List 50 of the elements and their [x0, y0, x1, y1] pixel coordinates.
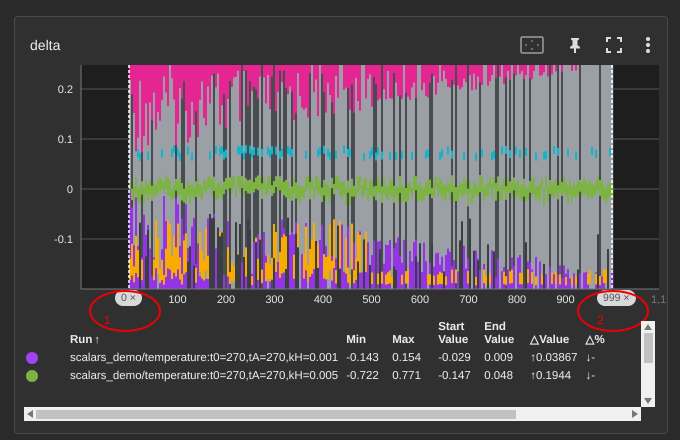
table-cell-text: scalars_demo/temperature:t0=270,tA=270,kH=0.001 [70, 351, 340, 366]
column-header[interactable]: Start Value [438, 321, 484, 350]
scroll-down-icon[interactable] [644, 398, 652, 404]
y-axis-label: 0.1 [58, 134, 73, 146]
x-axis-label: 400 [314, 294, 332, 306]
annotation-number: 1 [104, 313, 111, 327]
scroll-up-icon[interactable] [644, 324, 652, 330]
table-cell-text: 0.009 [484, 351, 514, 366]
column-header[interactable]: △Value [530, 321, 586, 350]
y-axis-label: 0.2 [58, 84, 73, 96]
x-axis-label: 300 [265, 294, 284, 306]
y-axis-label: 0 [66, 184, 73, 196]
vertical-scrollbar[interactable] [641, 321, 655, 407]
table-cell-text: 0.048 [484, 369, 514, 384]
scrollbar-thumb[interactable] [36, 410, 516, 418]
x-axis-label: 200 [216, 294, 236, 306]
x-axis-label: 100 [168, 294, 187, 306]
range-end-line[interactable] [611, 65, 613, 289]
table-cell-text: ↑0.03867 [530, 351, 579, 366]
table-cell-text: -0.722 [346, 369, 380, 384]
table-cell-text: scalars_demo/temperature:t0=270,tA=270,kH=0.005 [70, 369, 340, 384]
sort-arrow-icon: ↑ [94, 334, 100, 346]
scrollbar-thumb[interactable] [644, 333, 652, 363]
table-cell-text: -0.147 [438, 369, 472, 384]
table-cell-text: -0.143 [346, 351, 380, 366]
table-cell-text: -0.029 [438, 351, 472, 366]
x-axis-label: 500 [362, 294, 381, 306]
table-cell-text: ↑0.1944 [530, 369, 572, 384]
range-chip[interactable]: 999 × [597, 290, 636, 306]
table-cell-text: ↓- [586, 351, 596, 366]
x-axis-label: 600 [410, 294, 430, 306]
x-axis-label: 700 [459, 294, 478, 306]
horizontal-scrollbar[interactable] [24, 407, 641, 421]
column-header[interactable]: End Value [484, 321, 530, 350]
annotation-number: 2 [597, 313, 604, 327]
range-chip[interactable]: 0 × [115, 290, 142, 306]
range-start-line[interactable] [128, 65, 130, 289]
table-cell-text: 0.771 [392, 369, 422, 384]
annotation-circle [89, 290, 161, 332]
card-title: delta [30, 37, 60, 53]
scroll-left-icon[interactable] [27, 410, 33, 418]
x-axis-label: 800 [508, 294, 526, 306]
table-cell-text: 0.154 [392, 351, 422, 366]
y-axis-label: -0.1 [54, 234, 73, 246]
scroll-right-icon[interactable] [632, 410, 638, 418]
column-header[interactable]: Max [392, 321, 438, 350]
x-axis-label: 900 [556, 294, 575, 306]
table-cell-text: ↓- [586, 369, 596, 384]
column-header[interactable]: Min [346, 321, 392, 350]
x-axis-label: 1,1 [651, 294, 666, 306]
